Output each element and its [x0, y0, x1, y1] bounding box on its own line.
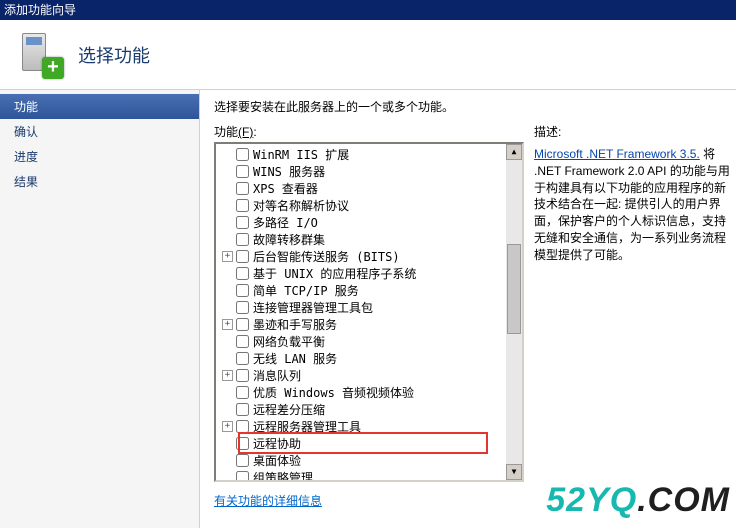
feature-label: 后台智能传送服务 (BITS) [253, 248, 400, 265]
feature-checkbox[interactable] [236, 454, 249, 467]
description-body: Microsoft .NET Framework 3.5. 将 .NET Fra… [534, 146, 730, 264]
feature-checkbox[interactable] [236, 437, 249, 450]
feature-checkbox[interactable] [236, 471, 249, 482]
features-label: 功能(F): [214, 123, 524, 140]
feature-label: WinRM IIS 扩展 [253, 146, 349, 163]
feature-label: WINS 服务器 [253, 163, 325, 180]
feature-details-link[interactable]: 有关功能的详细信息 [214, 492, 524, 509]
sidebar-step[interactable]: 确认 [0, 119, 199, 144]
feature-label: 桌面体验 [253, 452, 301, 469]
scroll-up-button[interactable]: ▲ [506, 144, 522, 160]
feature-checkbox[interactable] [236, 216, 249, 229]
tree-item[interactable]: 无线 LAN 服务 [216, 350, 522, 367]
feature-label: 基于 UNIX 的应用程序子系统 [253, 265, 416, 282]
page-title: 选择功能 [78, 42, 150, 68]
sidebar-step[interactable]: 结果 [0, 169, 199, 194]
feature-checkbox[interactable] [236, 301, 249, 314]
feature-label: 简单 TCP/IP 服务 [253, 282, 359, 299]
feature-checkbox[interactable] [236, 403, 249, 416]
description-text: 将 .NET Framework 2.0 API 的功能与用于构建具有以下功能的… [534, 147, 730, 262]
description-label: 描述: [534, 123, 730, 140]
watermark: 52YQ.COM [546, 481, 730, 520]
scrollbar[interactable]: ▲ ▼ [506, 144, 522, 480]
feature-label: XPS 查看器 [253, 180, 318, 197]
feature-label: 对等名称解析协议 [253, 197, 349, 214]
tree-item[interactable]: + 后台智能传送服务 (BITS) [216, 248, 522, 265]
feature-checkbox[interactable] [236, 284, 249, 297]
wizard-header: + 选择功能 [0, 20, 736, 90]
tree-item[interactable]: 网络负载平衡 [216, 333, 522, 350]
tree-item[interactable]: 对等名称解析协议 [216, 197, 522, 214]
feature-label: 墨迹和手写服务 [253, 316, 337, 333]
tree-item[interactable]: 远程差分压缩 [216, 401, 522, 418]
feature-checkbox[interactable] [236, 386, 249, 399]
tree-item[interactable]: 故障转移群集 [216, 231, 522, 248]
tree-item[interactable]: 远程协助 [216, 435, 522, 452]
tree-item[interactable]: XPS 查看器 [216, 180, 522, 197]
feature-label: 故障转移群集 [253, 231, 325, 248]
feature-checkbox[interactable] [236, 420, 249, 433]
tree-item[interactable]: + 远程服务器管理工具 [216, 418, 522, 435]
instruction-text: 选择要安装在此服务器上的一个或多个功能。 [214, 98, 736, 115]
feature-checkbox[interactable] [236, 233, 249, 246]
sidebar-step[interactable]: 功能 [0, 94, 199, 119]
window-titlebar: 添加功能向导 [0, 0, 736, 20]
feature-label: 远程差分压缩 [253, 401, 325, 418]
feature-checkbox[interactable] [236, 318, 249, 331]
tree-item[interactable]: 连接管理器管理工具包 [216, 299, 522, 316]
tree-item[interactable]: + 墨迹和手写服务 [216, 316, 522, 333]
tree-item[interactable]: 组策略管理 [216, 469, 522, 482]
tree-item[interactable]: WINS 服务器 [216, 163, 522, 180]
tree-item[interactable]: 多路径 I/O [216, 214, 522, 231]
feature-label: 组策略管理 [253, 469, 313, 482]
tree-item[interactable]: + 消息队列 [216, 367, 522, 384]
feature-checkbox[interactable] [236, 335, 249, 348]
expand-icon[interactable]: + [222, 319, 233, 330]
feature-checkbox[interactable] [236, 369, 249, 382]
feature-checkbox[interactable] [236, 267, 249, 280]
feature-checkbox[interactable] [236, 165, 249, 178]
features-tree[interactable]: WinRM IIS 扩展WINS 服务器XPS 查看器对等名称解析协议多路径 I… [214, 142, 524, 482]
feature-checkbox[interactable] [236, 199, 249, 212]
main-panel: 选择要安装在此服务器上的一个或多个功能。 功能(F): WinRM IIS 扩展… [200, 90, 736, 528]
feature-label: 网络负载平衡 [253, 333, 325, 350]
feature-label: 无线 LAN 服务 [253, 350, 337, 367]
expand-icon[interactable]: + [222, 251, 233, 262]
dotnet-framework-link[interactable]: Microsoft .NET Framework 3.5. [534, 147, 700, 161]
feature-label: 连接管理器管理工具包 [253, 299, 373, 316]
tree-item[interactable]: 简单 TCP/IP 服务 [216, 282, 522, 299]
wizard-steps-sidebar: 功能确认进度结果 [0, 90, 200, 528]
feature-label: 多路径 I/O [253, 214, 318, 231]
feature-label: 远程服务器管理工具 [253, 418, 361, 435]
expand-icon[interactable]: + [222, 370, 233, 381]
feature-label: 远程协助 [253, 435, 301, 452]
tree-item[interactable]: WinRM IIS 扩展 [216, 146, 522, 163]
tree-item[interactable]: 桌面体验 [216, 452, 522, 469]
feature-checkbox[interactable] [236, 148, 249, 161]
feature-checkbox[interactable] [236, 182, 249, 195]
expand-icon[interactable]: + [222, 421, 233, 432]
tree-item[interactable]: 优质 Windows 音频视频体验 [216, 384, 522, 401]
tree-item[interactable]: 基于 UNIX 的应用程序子系统 [216, 265, 522, 282]
feature-label: 优质 Windows 音频视频体验 [253, 384, 414, 401]
feature-label: 消息队列 [253, 367, 301, 384]
feature-checkbox[interactable] [236, 250, 249, 263]
scroll-down-button[interactable]: ▼ [506, 464, 522, 480]
feature-checkbox[interactable] [236, 352, 249, 365]
sidebar-step[interactable]: 进度 [0, 144, 199, 169]
scroll-thumb[interactable] [507, 244, 521, 334]
server-plus-icon: + [16, 31, 64, 79]
